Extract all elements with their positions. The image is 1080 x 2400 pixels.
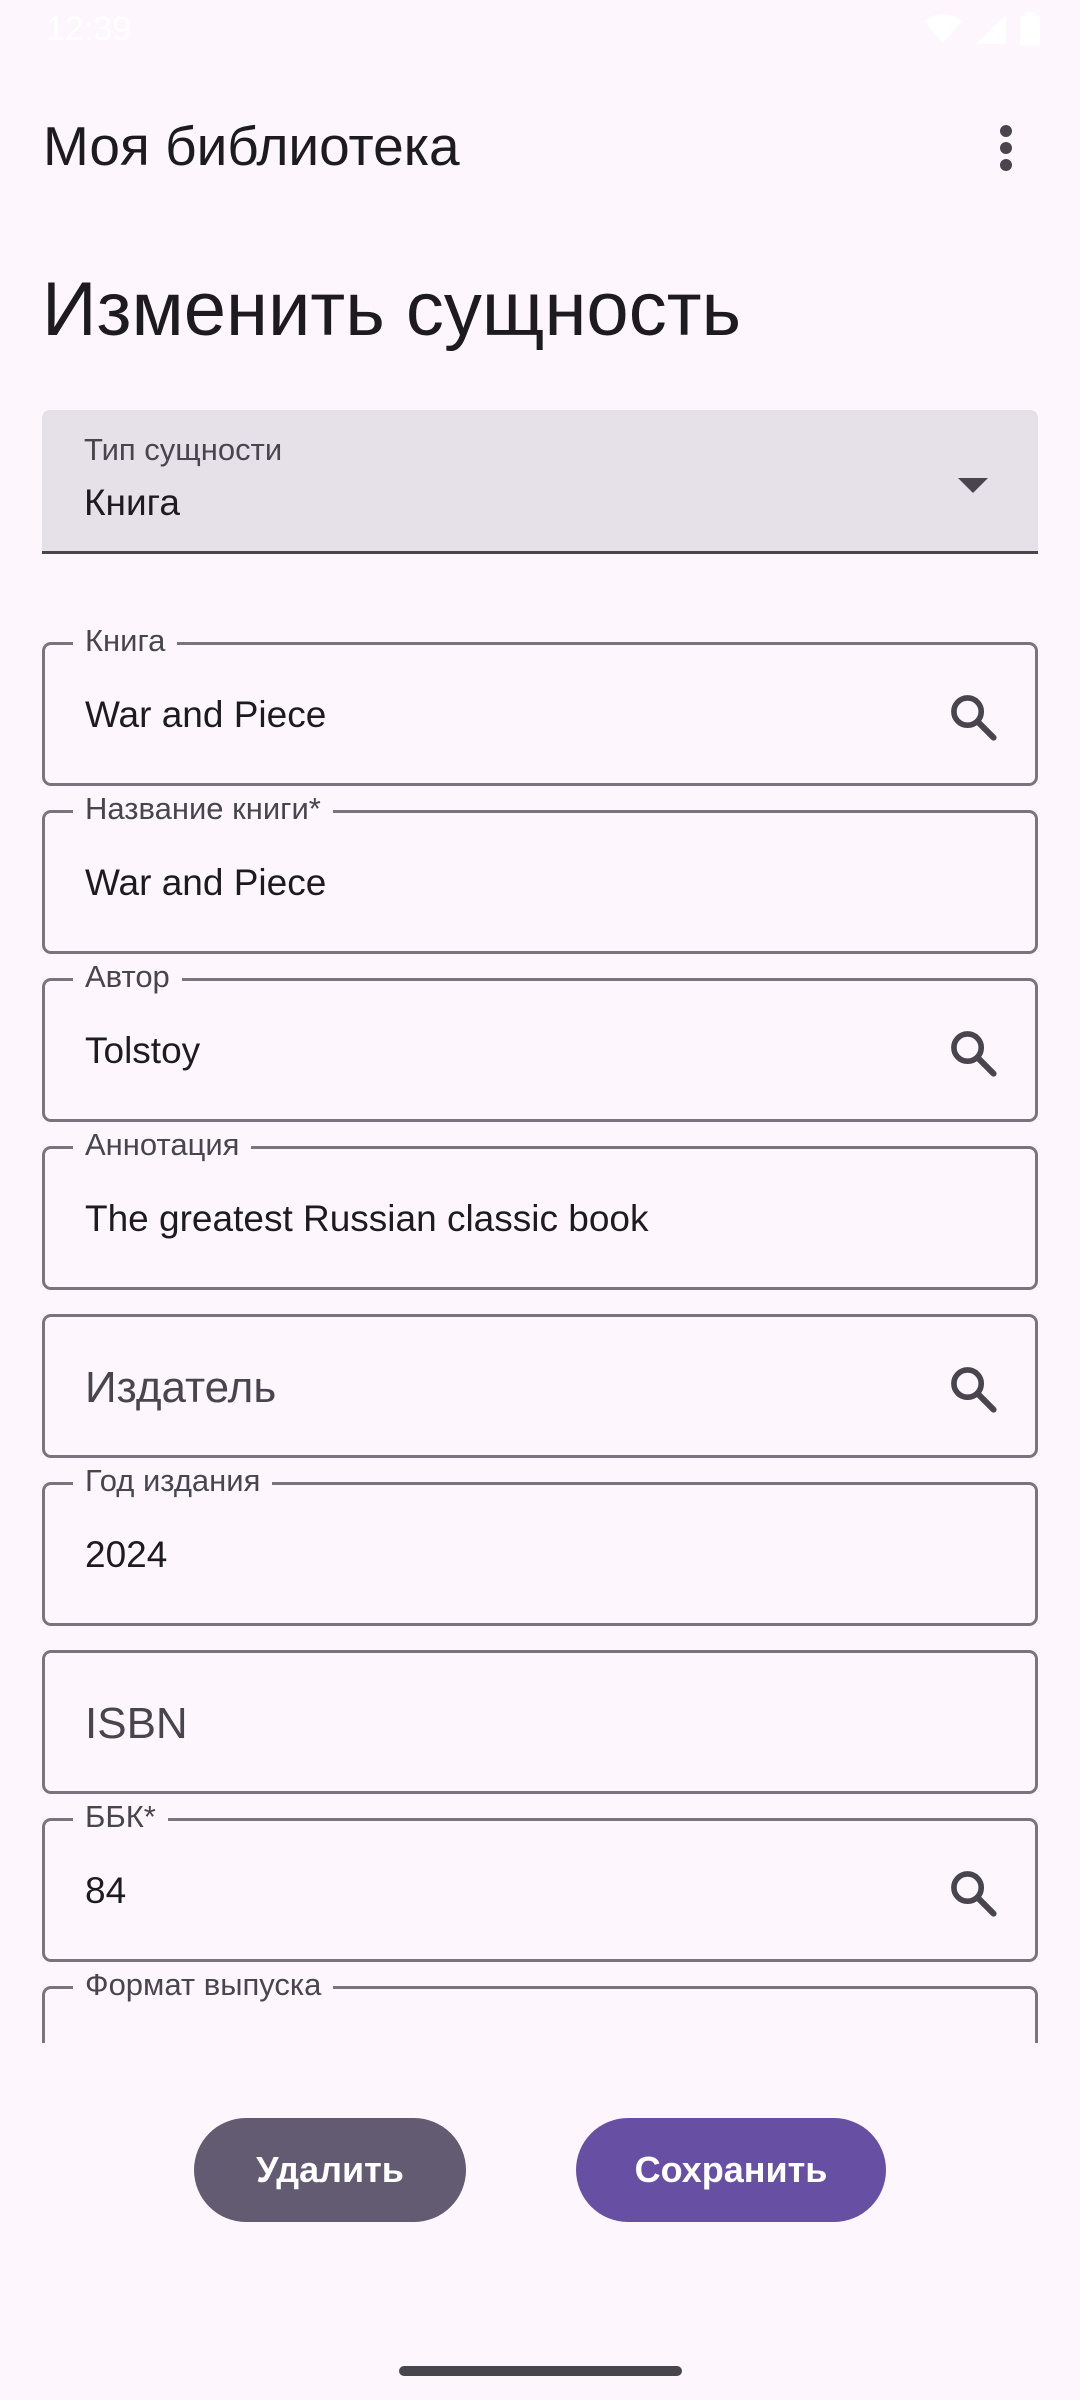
release-format-field[interactable]: Формат выпуска	[42, 1965, 1038, 2043]
publication-year-field[interactable]: Год издания 2024	[42, 1461, 1038, 1626]
more-vert-icon	[1000, 125, 1012, 171]
release-format-field-label: Формат выпуска	[73, 1965, 334, 2005]
publisher-field[interactable]: Издатель	[42, 1314, 1038, 1458]
app-title: Моя библиотека	[43, 115, 460, 177]
wifi-icon	[924, 13, 962, 44]
publication-year-field-label: Год издания	[73, 1461, 273, 1501]
book-field[interactable]: Книга War and Piece	[42, 621, 1038, 786]
bbk-field-label: ББК*	[73, 1797, 168, 1837]
delete-button[interactable]: Удалить	[194, 2118, 466, 2222]
page-title: Изменить сущность	[42, 267, 742, 352]
annotation-field[interactable]: Аннотация The greatest Russian classic b…	[42, 1125, 1038, 1290]
form-scroll-area[interactable]: Книга War and Piece Название книги* War …	[0, 600, 1080, 2043]
entity-type-dropdown[interactable]: Тип сущности Книга	[42, 410, 1038, 554]
status-bar: 12:39	[0, 0, 1080, 60]
book-field-label: Книга	[73, 621, 178, 661]
author-field-value[interactable]: Tolstoy	[85, 1030, 200, 1072]
battery-icon	[1020, 12, 1040, 46]
isbn-field[interactable]: ISBN	[42, 1650, 1038, 1794]
entity-type-value: Книга	[84, 482, 180, 523]
search-icon[interactable]	[947, 1363, 999, 1415]
bbk-field[interactable]: ББК* 84	[42, 1797, 1038, 1962]
search-icon[interactable]	[947, 1027, 999, 1079]
entity-type-label: Тип сущности	[84, 432, 283, 467]
isbn-field-placeholder[interactable]: ISBN	[85, 1699, 188, 1749]
search-icon[interactable]	[947, 1867, 999, 1919]
annotation-field-value[interactable]: The greatest Russian classic book	[85, 1198, 649, 1240]
search-icon[interactable]	[947, 691, 999, 743]
more-options-button[interactable]	[976, 118, 1036, 178]
top-app-bar: Моя библиотека	[0, 90, 1080, 200]
bbk-field-value[interactable]: 84	[85, 1870, 126, 1912]
book-title-field[interactable]: Название книги* War and Piece	[42, 789, 1038, 954]
author-field[interactable]: Автор Tolstoy	[42, 957, 1038, 1122]
author-field-label: Автор	[73, 957, 182, 997]
signal-icon	[976, 14, 1006, 44]
publication-year-field-value[interactable]: 2024	[85, 1534, 167, 1576]
status-time: 12:39	[46, 10, 132, 48]
dropdown-arrow-icon	[958, 478, 988, 493]
publisher-field-placeholder[interactable]: Издатель	[85, 1363, 276, 1413]
annotation-field-label: Аннотация	[73, 1125, 252, 1165]
status-icons	[924, 12, 1040, 46]
book-title-field-label: Название книги*	[73, 789, 333, 829]
home-indicator[interactable]	[399, 2366, 682, 2376]
save-button[interactable]: Сохранить	[576, 2118, 886, 2222]
book-field-value[interactable]: War and Piece	[85, 694, 326, 736]
book-title-field-value[interactable]: War and Piece	[85, 862, 326, 904]
